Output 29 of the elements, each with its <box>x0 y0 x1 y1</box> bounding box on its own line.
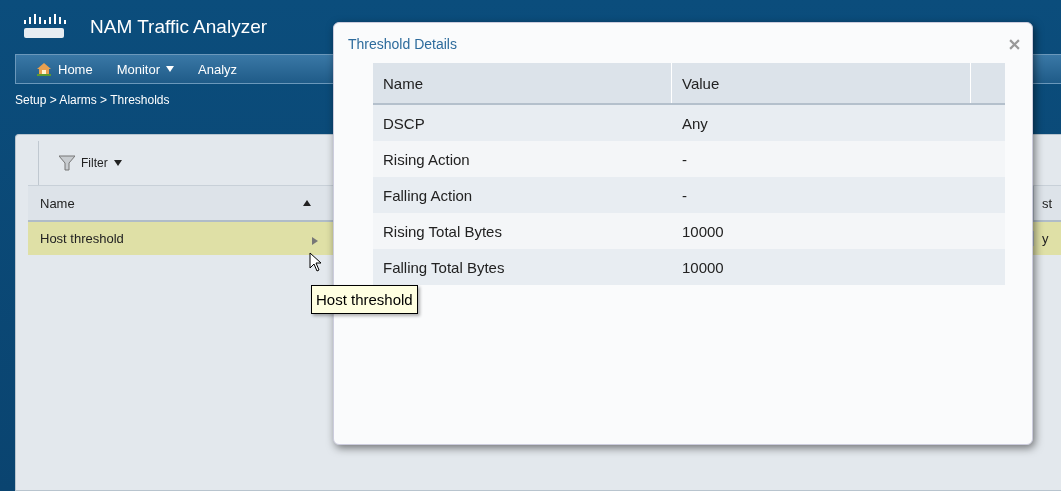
table-cell-text: Any <box>681 113 709 134</box>
table-cell-text: Rising Action <box>382 149 471 170</box>
table-cell-text: DSCP <box>382 113 426 134</box>
app-title: NAM Traffic Analyzer <box>90 16 268 38</box>
pointer-icon <box>312 237 318 245</box>
logo-icon <box>22 14 66 40</box>
table-cell-text: 10000 <box>681 221 725 242</box>
table-cell-text: Falling Total Bytes <box>382 257 506 278</box>
column-header: Value <box>672 63 971 103</box>
column-header: Name <box>373 63 672 103</box>
dialog-title: Threshold Details <box>348 36 457 52</box>
nav-item[interactable]: Analyz <box>198 61 238 77</box>
close-icon[interactable] <box>1009 38 1020 50</box>
home-icon <box>36 62 52 76</box>
table-cell-text: - <box>681 185 688 206</box>
nav-item[interactable]: Home <box>36 61 93 77</box>
column-header[interactable]: Name <box>28 186 323 220</box>
tooltip: Host threshold <box>311 285 418 314</box>
table-cell-text: Host threshold <box>39 231 125 246</box>
table-cell-text: Falling Action <box>382 185 474 206</box>
cursor-icon <box>309 252 322 273</box>
table-cell-text: 10000 <box>681 257 725 278</box>
nav-item[interactable]: Monitor <box>116 61 175 77</box>
funnel-icon <box>59 155 75 171</box>
caret-icon <box>166 66 175 72</box>
table-cell-text: Rising Total Bytes <box>382 221 503 242</box>
table-cell-text: - <box>681 149 688 170</box>
filter-button[interactable]: Filter <box>59 155 122 171</box>
caret-icon <box>113 160 122 166</box>
